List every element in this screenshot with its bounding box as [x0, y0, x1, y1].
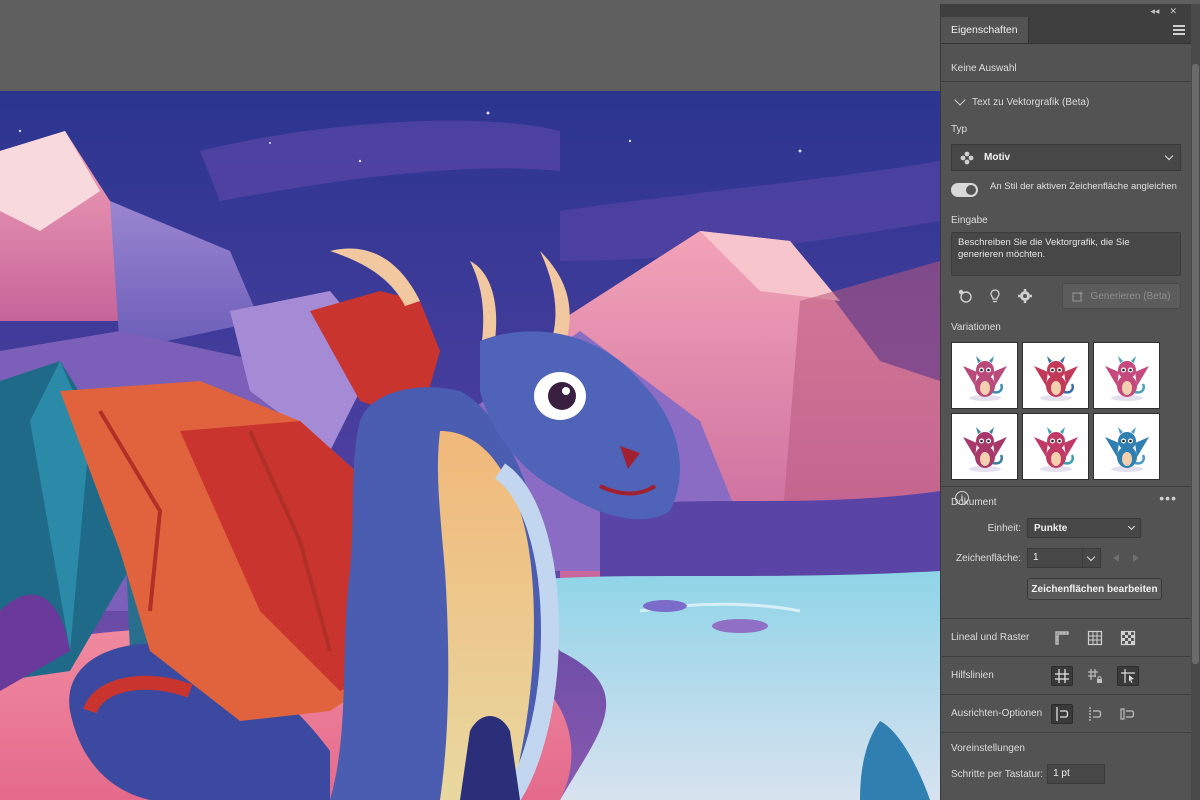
lightbulb-icon[interactable]	[985, 286, 1005, 306]
show-guides-icon[interactable]	[1051, 665, 1073, 686]
next-artboard-icon[interactable]	[1133, 554, 1139, 562]
panel-header-bar: ◂◂ ✕	[941, 4, 1191, 18]
dragon-thumbnail-icon	[1033, 355, 1078, 401]
canvas-area[interactable]	[0, 0, 940, 800]
transparency-grid-icon[interactable]	[1117, 628, 1139, 648]
properties-panel: ◂◂ ✕ Eigenschaften Keine Auswahl Text zu…	[940, 4, 1191, 800]
dragon-thumbnail-icon	[1104, 426, 1149, 472]
artboard-field[interactable]: 1	[1027, 548, 1083, 568]
text-to-vector-section: Text zu Vektorgrafik (Beta) Typ Motiv An…	[941, 82, 1191, 506]
lock-guides-icon[interactable]	[1084, 666, 1106, 686]
match-style-toggle[interactable]	[951, 183, 978, 197]
chevron-down-icon	[1164, 151, 1174, 161]
text-to-vector-title: Text zu Vektorgrafik (Beta)	[972, 96, 1090, 108]
keyboard-step-field[interactable]: 1 pt	[1047, 764, 1106, 784]
type-dropdown[interactable]: Motiv	[951, 144, 1181, 171]
keyboard-step-label: Schritte per Tastatur:	[951, 768, 1044, 780]
dragon-thumbnail-icon	[1104, 355, 1149, 401]
variations-grid	[951, 342, 1181, 480]
close-icon[interactable]: ✕	[1169, 6, 1177, 17]
generate-button-label: Generieren (Beta)	[1090, 290, 1171, 302]
unit-value: Punkte	[1034, 522, 1068, 534]
variation-thumbnail[interactable]	[1093, 342, 1160, 409]
unit-dropdown[interactable]: Punkte	[1027, 518, 1141, 538]
preferences-title: Voreinstellungen	[951, 743, 1025, 754]
rulers-grid-label: Lineal und Raster	[951, 632, 1030, 643]
generate-button[interactable]: Generieren (Beta)	[1062, 283, 1181, 309]
grid-icon[interactable]	[1084, 628, 1106, 648]
dragon-thumbnail-icon	[1033, 426, 1078, 472]
match-style-label: An Stil der aktiven Zeichenfläche anglei…	[990, 181, 1177, 192]
align-options-section: Ausrichten-Optionen	[941, 695, 1191, 733]
variation-thumbnail[interactable]	[1093, 413, 1160, 480]
panel-menu-icon[interactable]	[1173, 25, 1185, 35]
rulers-grid-section: Lineal und Raster	[941, 619, 1191, 657]
align-to-selection-icon[interactable]	[1051, 703, 1073, 724]
document-title: Dokument	[951, 497, 997, 508]
panel-scrollbar[interactable]	[1191, 4, 1200, 800]
chevron-down-icon[interactable]	[954, 94, 966, 106]
selection-status-section: Keine Auswahl	[941, 44, 1191, 82]
prompt-tools-row: Generieren (Beta)	[951, 282, 1181, 310]
selection-status: Keine Auswahl	[951, 63, 1017, 74]
prompt-label: Eingabe	[951, 215, 988, 226]
ruler-icon[interactable]	[1051, 628, 1073, 648]
preferences-section: Voreinstellungen Schritte per Tastatur: …	[941, 733, 1191, 793]
variation-thumbnail[interactable]	[1022, 342, 1089, 409]
prompt-textarea[interactable]: Beschreiben Sie die Vektorgrafik, die Si…	[951, 232, 1181, 276]
chevron-down-icon	[1127, 522, 1136, 531]
variation-thumbnail[interactable]	[1022, 413, 1089, 480]
align-to-key-object-icon[interactable]	[1084, 704, 1106, 724]
collapse-panels-icon[interactable]: ◂◂	[1150, 6, 1159, 17]
unit-label: Einheit:	[987, 522, 1021, 534]
panel-scrollbar-thumb[interactable]	[1192, 64, 1199, 664]
variation-thumbnail[interactable]	[951, 413, 1018, 480]
guides-section: Hilfslinien	[941, 657, 1191, 695]
document-section: Dokument Einheit: Punkte Zeichenfläche: …	[941, 487, 1191, 619]
dragon-thumbnail-icon	[962, 355, 1007, 401]
type-label: Typ	[951, 124, 968, 135]
match-style-toggle-row: An Stil der aktiven Zeichenfläche anglei…	[951, 181, 1181, 207]
edit-artboards-button[interactable]: Zeichenflächen bearbeiten	[1027, 578, 1162, 600]
align-options-label: Ausrichten-Optionen	[951, 708, 1043, 719]
dragon-illustration	[0, 91, 940, 800]
guides-label: Hilfslinien	[951, 670, 994, 681]
smart-guides-icon[interactable]	[1117, 665, 1139, 686]
dragon-thumbnail-icon	[962, 426, 1007, 472]
type-value: Motiv	[984, 152, 1011, 163]
align-to-artboard-icon[interactable]	[1117, 704, 1139, 724]
artboard-label: Zeichenfläche:	[955, 552, 1021, 564]
artboard-dropdown-button[interactable]	[1083, 548, 1101, 568]
variations-label: Variationen	[951, 322, 1001, 333]
generate-icon	[1072, 291, 1085, 302]
previous-artboard-icon[interactable]	[1113, 554, 1119, 562]
panel-tab-bar: Eigenschaften	[941, 17, 1191, 44]
subject-flower-icon	[960, 151, 974, 164]
tab-properties[interactable]: Eigenschaften	[941, 17, 1029, 43]
sample-prompt-icon[interactable]	[955, 286, 975, 306]
variation-thumbnail[interactable]	[951, 342, 1018, 409]
artboard-illustration[interactable]	[0, 91, 940, 800]
text-to-vector-header[interactable]: Text zu Vektorgrafik (Beta)	[951, 82, 1181, 122]
gear-icon[interactable]	[1015, 286, 1035, 306]
